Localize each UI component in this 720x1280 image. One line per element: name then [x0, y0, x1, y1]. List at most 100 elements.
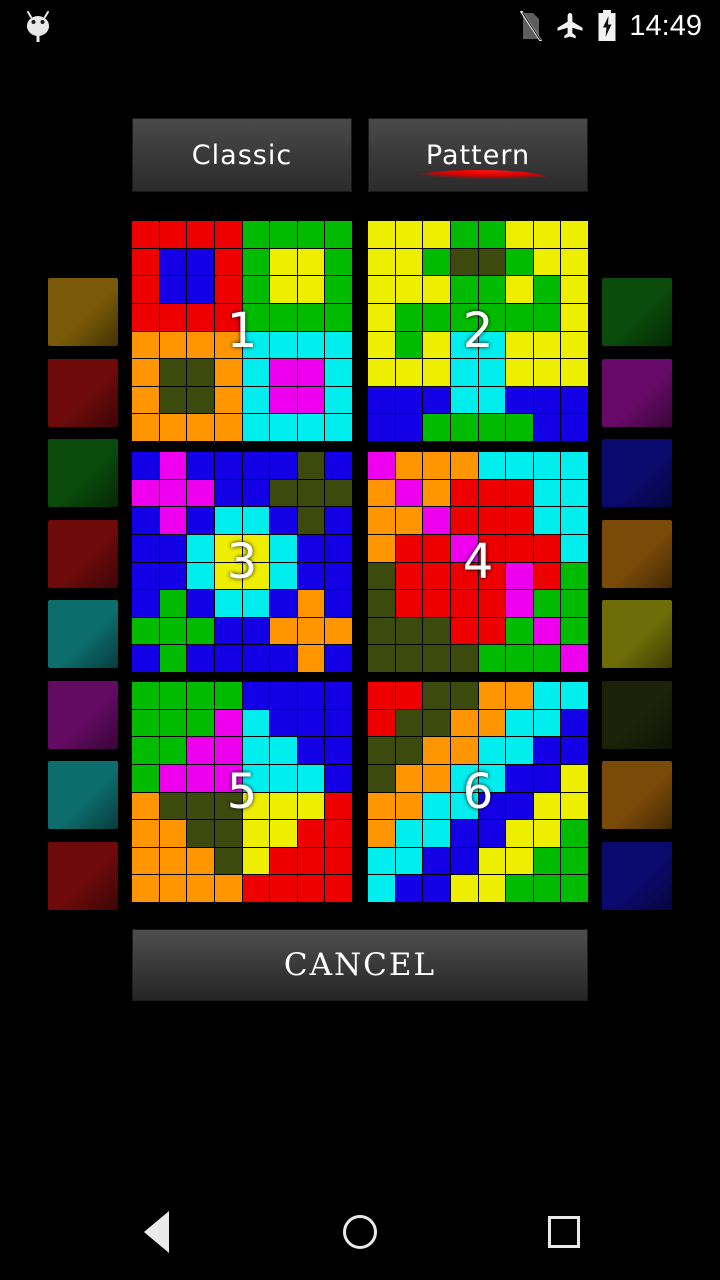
airplane-mode-icon [557, 13, 583, 39]
swatch-dark-green[interactable] [48, 439, 118, 508]
pattern-cell [132, 562, 159, 590]
pattern-cell [132, 303, 159, 331]
pattern-cell [478, 682, 506, 709]
pattern-cell [187, 221, 214, 248]
pattern-cell [478, 479, 506, 507]
recents-button[interactable] [542, 1210, 586, 1254]
pattern-cell [214, 452, 242, 479]
swatch-navy-2[interactable] [602, 841, 672, 910]
pattern-cell [506, 820, 533, 847]
pattern-cell [423, 792, 450, 820]
pattern-cell [187, 682, 214, 709]
pattern-cell [561, 792, 588, 820]
pattern-cell [242, 507, 270, 534]
pattern-cell [270, 590, 297, 617]
pattern-cell [132, 248, 159, 276]
swatch-very-dark-olive[interactable] [602, 680, 672, 749]
pattern-cell [506, 248, 533, 276]
pattern-cell [506, 221, 533, 248]
pattern-cell [395, 875, 423, 902]
swatch-brown[interactable] [602, 519, 672, 588]
pattern-cell [395, 682, 423, 709]
pattern-cell [270, 737, 297, 764]
pattern-cell [214, 820, 242, 847]
pattern-cell [533, 276, 561, 303]
pattern-cell [132, 682, 159, 709]
pattern-cell [242, 709, 270, 737]
pattern-cell [132, 792, 159, 820]
pattern-cell [533, 645, 561, 672]
swatch-teal[interactable] [48, 600, 118, 669]
puzzle-thumbnail-4[interactable] [368, 452, 588, 672]
swatch-purple[interactable] [48, 680, 118, 749]
pattern-cell [325, 331, 352, 359]
swatch-brown-2[interactable] [602, 761, 672, 830]
swatch-dark-red[interactable] [48, 358, 118, 427]
no-sim-icon [520, 11, 543, 41]
pattern-cell [297, 414, 325, 441]
pattern-cell [450, 562, 478, 590]
pattern-cell [297, 847, 325, 875]
pattern-cell [242, 764, 270, 792]
pattern-cell [506, 414, 533, 441]
pattern-cell [450, 764, 478, 792]
pattern-cell [478, 562, 506, 590]
swatch-teal-2[interactable] [48, 761, 118, 830]
pattern-cell [368, 764, 395, 792]
puzzle-thumbnail-6[interactable] [368, 682, 588, 902]
pattern-cell [297, 820, 325, 847]
pattern-cell [132, 847, 159, 875]
pattern-cell [478, 534, 506, 562]
pattern-cell [506, 847, 533, 875]
swatch-olive-yellow[interactable] [602, 600, 672, 669]
pattern-cell [423, 737, 450, 764]
pattern-cell [395, 276, 423, 303]
home-button[interactable] [338, 1210, 382, 1254]
pattern-cell [450, 709, 478, 737]
pattern-cell [423, 562, 450, 590]
puzzle-column-left: 135 [132, 221, 352, 913]
puzzle-thumbnail-2[interactable] [368, 221, 588, 441]
pattern-cell [506, 562, 533, 590]
pattern-cell [159, 590, 187, 617]
back-button[interactable] [134, 1210, 178, 1254]
pattern-cell [270, 709, 297, 737]
tab-pattern[interactable]: Pattern [368, 118, 588, 192]
pattern-cell [159, 617, 187, 645]
pattern-cell [159, 359, 187, 386]
battery-charging-icon [598, 10, 616, 41]
swatch-navy[interactable] [602, 439, 672, 508]
pattern-cell [159, 875, 187, 902]
pattern-cell [533, 303, 561, 331]
swatch-dark-green[interactable] [602, 278, 672, 346]
pattern-cell [297, 764, 325, 792]
pattern-cell [368, 276, 395, 303]
pattern-cell [325, 617, 352, 645]
puzzle-thumbnail-1[interactable] [132, 221, 352, 441]
pattern-cell [368, 709, 395, 737]
mode-tab-bar: Classic Pattern [132, 118, 588, 192]
puzzle-thumbnail-5[interactable] [132, 682, 352, 902]
pattern-cell [450, 359, 478, 386]
status-bar: 14:49 [0, 0, 720, 52]
pattern-cell [132, 507, 159, 534]
puzzle-column-right: 246 [368, 221, 588, 913]
tab-classic[interactable]: Classic [132, 118, 352, 192]
pattern-cell [187, 276, 214, 303]
swatch-dark-red-3[interactable] [48, 841, 118, 910]
pattern-cell [187, 792, 214, 820]
puzzle-thumbnail-3[interactable] [132, 452, 352, 672]
pattern-cell [478, 709, 506, 737]
pattern-cell [423, 359, 450, 386]
pattern-cell [506, 875, 533, 902]
pattern-cell [270, 331, 297, 359]
swatch-dark-red-2[interactable] [48, 519, 118, 588]
pattern-cell [242, 590, 270, 617]
pattern-cell [187, 737, 214, 764]
cancel-button[interactable]: CANCEL [132, 929, 588, 1001]
pattern-cell [297, 590, 325, 617]
pattern-cell [132, 875, 159, 902]
swatch-dark-amber[interactable] [48, 278, 118, 346]
swatch-purple[interactable] [602, 358, 672, 427]
pattern-cell [368, 792, 395, 820]
